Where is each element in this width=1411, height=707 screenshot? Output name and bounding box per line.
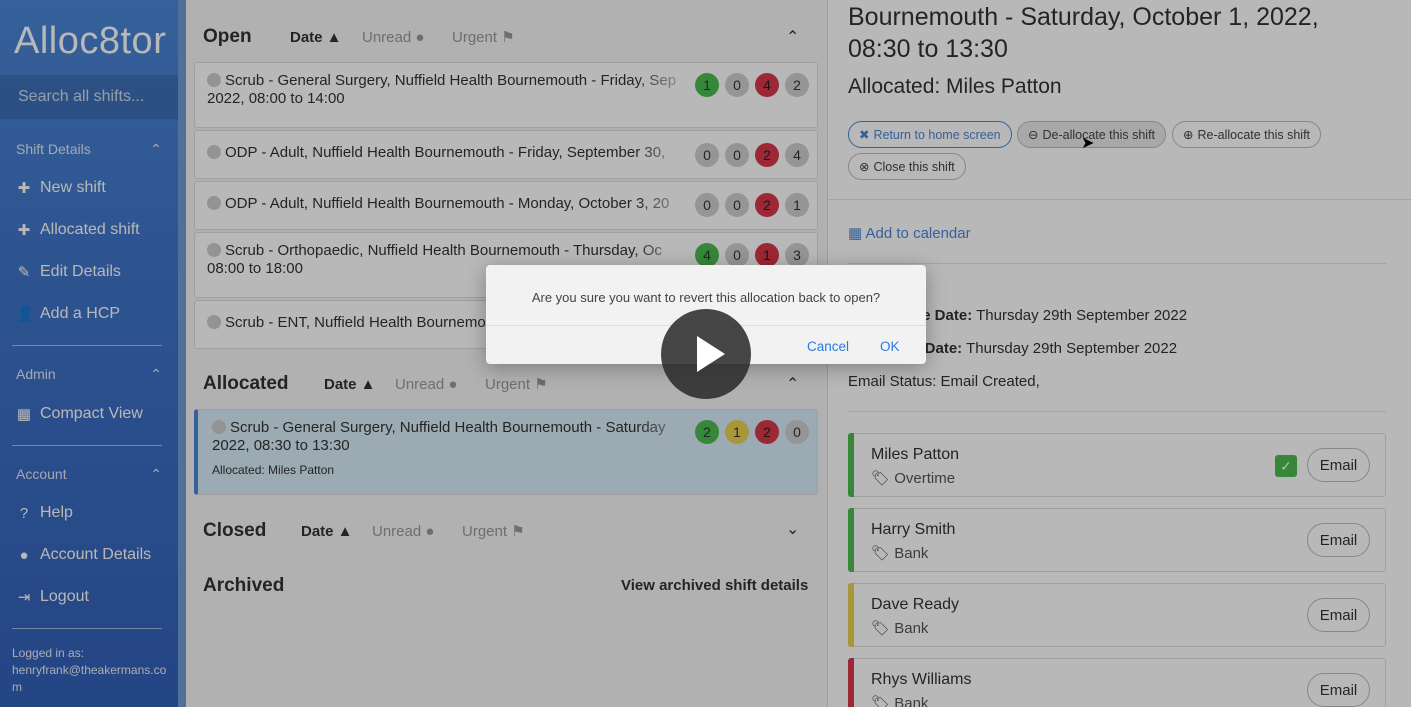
cancel-button[interactable]: Cancel [807, 339, 849, 354]
ok-button[interactable]: OK [880, 339, 900, 354]
play-icon[interactable] [661, 309, 751, 399]
dialog-message: Are you sure you want to revert this all… [531, 290, 881, 305]
mouse-pointer-icon: ➤ [1081, 135, 1095, 152]
